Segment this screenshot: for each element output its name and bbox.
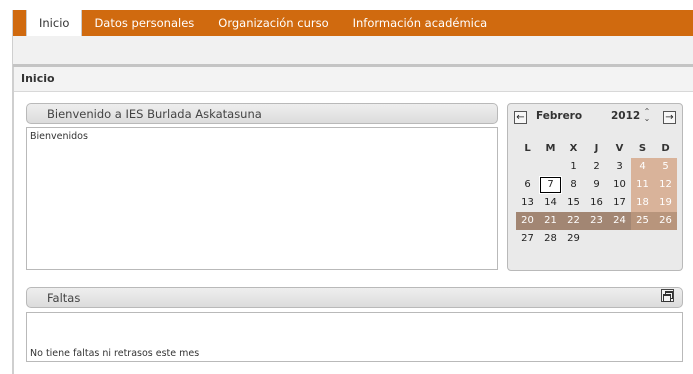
calendar-day[interactable]: 19	[654, 194, 677, 212]
weekday-label: X	[569, 143, 578, 154]
faltas-text: No tiene faltas ni retrasos este mes	[30, 348, 200, 359]
calendar-week: 20 21 22 23 24 25 26	[516, 212, 677, 230]
calendar-month: Febrero	[536, 110, 583, 122]
calendar-empty-cell	[516, 158, 539, 176]
calendar-day[interactable]: 23	[585, 212, 608, 230]
calendar-day[interactable]: 21	[539, 212, 562, 230]
faltas-panel-body: No tiene faltas ni retrasos este mes	[26, 312, 683, 362]
calendar-day[interactable]: 9	[585, 176, 608, 194]
faltas-panel-title: Faltas	[47, 291, 81, 305]
calendar-day[interactable]: 24	[608, 212, 631, 230]
faltas-panel-header: Faltas	[26, 287, 683, 308]
calendar-day[interactable]: 1	[562, 158, 585, 176]
next-month-icon[interactable]: →	[663, 111, 676, 124]
page-title: Inicio	[21, 72, 55, 85]
calendar-day[interactable]: 29	[562, 230, 585, 248]
calendar-year: 2012	[611, 110, 641, 122]
calendar-day[interactable]: 13	[516, 194, 539, 212]
welcome-panel-header: Bienvenido a IES Burlada Askatasuna	[26, 103, 498, 124]
calendar-day[interactable]: 22	[562, 212, 585, 230]
calendar-week: 12345	[516, 158, 677, 176]
calendar-day[interactable]: 7	[539, 176, 562, 194]
calendar-day[interactable]: 27	[516, 230, 539, 248]
calendar-week: 13 14 15 16 17 18 19	[516, 194, 677, 212]
calendar-grid: L M X J V S D 1 2 3 4 5 6 7 8 9 10 11 12 13 14 15 16 17 18 19 20 21…	[516, 140, 677, 248]
calendar-day[interactable]: 14	[539, 194, 562, 212]
calendar-day[interactable]: 8	[562, 176, 585, 194]
maximize-icon[interactable]	[661, 289, 674, 302]
calendar-day[interactable]: 12	[654, 176, 677, 194]
welcome-text: Bienvenidos	[30, 131, 88, 142]
calendar-week: 6 7 8 9 10 11 12	[516, 176, 677, 194]
year-spin-icon[interactable]: ⌃ ⌄	[642, 108, 652, 124]
calendar-day[interactable]: 5	[654, 158, 677, 176]
calendar-day[interactable]: 26	[654, 212, 677, 230]
page-header: Inicio	[14, 67, 693, 92]
calendar-empty-cell	[539, 158, 562, 176]
calendar-day[interactable]: 10	[608, 176, 631, 194]
calendar-empty-cell	[654, 230, 677, 248]
calendar-day[interactable]: 20	[516, 212, 539, 230]
weekday-label: S	[638, 143, 647, 154]
calendar-day[interactable]: 28	[539, 230, 562, 248]
calendar-day[interactable]: 15	[562, 194, 585, 212]
welcome-panel-body: Bienvenidos	[26, 127, 498, 270]
calendar-day[interactable]: 6	[516, 176, 539, 194]
calendar-day[interactable]: 17	[608, 194, 631, 212]
calendar: ← Febrero 2012 ⌃ ⌄ → L M X J V S D 1 2 3 4 5 6 7 8 9 10 11…	[507, 103, 683, 271]
weekday-label: D	[661, 143, 670, 154]
subnav-area	[13, 36, 693, 64]
calendar-day[interactable]: 18	[631, 194, 654, 212]
calendar-day[interactable]: 11	[631, 176, 654, 194]
top-navigation: Inicio Datos personales Organización curso…	[13, 10, 693, 36]
weekday-label: V	[615, 143, 624, 154]
tab-información-académica[interactable]: Información académica	[341, 10, 500, 36]
calendar-empty-cell	[585, 230, 608, 248]
prev-month-icon[interactable]: ←	[514, 111, 527, 124]
calendar-empty-cell	[608, 230, 631, 248]
welcome-panel-title: Bienvenido a IES Burlada Askatasuna	[47, 107, 262, 121]
tab-organización-curso[interactable]: Organización curso	[206, 10, 340, 36]
calendar-day[interactable]: 2	[585, 158, 608, 176]
weekday-label: M	[545, 143, 556, 154]
calendar-day[interactable]: 25	[631, 212, 654, 230]
calendar-day[interactable]: 4	[631, 158, 654, 176]
weekday-header: LMXJVSD	[516, 140, 677, 158]
tab-inicio[interactable]: Inicio	[26, 10, 83, 36]
weekday-label: J	[594, 143, 599, 154]
calendar-day[interactable]: 16	[585, 194, 608, 212]
weekday-label: L	[524, 143, 531, 154]
calendar-empty-cell	[631, 230, 654, 248]
calendar-week: 27 28 29	[516, 230, 677, 248]
calendar-day[interactable]: 3	[608, 158, 631, 176]
tab-datos-personales[interactable]: Datos personales	[82, 10, 206, 36]
